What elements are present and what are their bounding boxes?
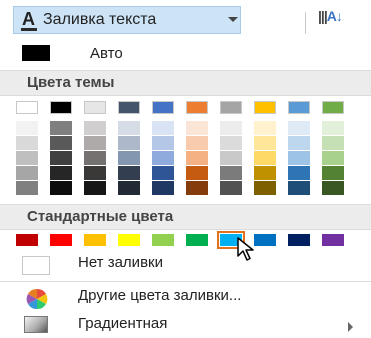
theme-color-swatch[interactable] xyxy=(118,101,140,114)
theme-shade-swatch[interactable] xyxy=(50,181,72,195)
theme-shade-swatch[interactable] xyxy=(186,121,208,135)
standard-color-swatch[interactable] xyxy=(186,234,208,246)
theme-shade-swatch[interactable] xyxy=(220,181,242,195)
theme-shade-swatch[interactable] xyxy=(322,136,344,150)
theme-shade-swatch[interactable] xyxy=(118,136,140,150)
theme-shade-swatch[interactable] xyxy=(254,166,276,180)
theme-shade-swatch[interactable] xyxy=(50,136,72,150)
auto-color-label: Авто xyxy=(90,45,123,62)
no-fill-swatch xyxy=(22,256,50,275)
theme-shade-swatch[interactable] xyxy=(152,121,174,135)
theme-shade-swatch[interactable] xyxy=(50,166,72,180)
theme-shade-swatch[interactable] xyxy=(322,121,344,135)
theme-color-swatch[interactable] xyxy=(220,101,242,114)
theme-color-swatch[interactable] xyxy=(152,101,174,114)
theme-shade-swatch[interactable] xyxy=(254,181,276,195)
theme-shade-swatch[interactable] xyxy=(50,121,72,135)
no-fill-label: Нет заливки xyxy=(78,254,163,271)
menu-divider xyxy=(0,281,371,282)
standard-color-swatch[interactable] xyxy=(322,234,344,246)
standard-color-swatch[interactable] xyxy=(288,234,310,246)
theme-shade-swatch[interactable] xyxy=(322,166,344,180)
auto-color-swatch xyxy=(22,45,50,61)
standard-color-swatch[interactable] xyxy=(16,234,38,246)
theme-shade-swatch[interactable] xyxy=(50,151,72,165)
standard-color-swatch[interactable] xyxy=(118,234,140,246)
standard-color-swatch[interactable] xyxy=(152,234,174,246)
auto-color-item[interactable]: Авто xyxy=(0,40,371,68)
theme-colors-header: Цвета темы xyxy=(0,70,371,96)
standard-color-swatch[interactable] xyxy=(50,234,72,246)
gradient-icon xyxy=(24,316,48,333)
gradient-label: Градиентная xyxy=(78,315,168,332)
theme-shade-swatch[interactable] xyxy=(288,151,310,165)
theme-shade-swatch[interactable] xyxy=(152,166,174,180)
sort-icon[interactable]: |||A↓ xyxy=(318,8,343,24)
standard-colors-header: Стандартные цвета xyxy=(0,204,371,230)
theme-shade-swatch[interactable] xyxy=(152,181,174,195)
theme-shade-swatch[interactable] xyxy=(84,136,106,150)
theme-shade-swatch[interactable] xyxy=(84,151,106,165)
font-color-underline xyxy=(21,28,37,31)
toolbar: A Заливка текста |||A↓ xyxy=(0,0,371,34)
theme-color-swatch[interactable] xyxy=(254,101,276,114)
theme-shade-swatch[interactable] xyxy=(118,181,140,195)
theme-shade-swatch[interactable] xyxy=(186,151,208,165)
theme-shade-swatch[interactable] xyxy=(84,166,106,180)
theme-shade-swatch[interactable] xyxy=(186,181,208,195)
more-fill-colors-label: Другие цвета заливки... xyxy=(78,287,242,304)
theme-shade-swatch[interactable] xyxy=(288,136,310,150)
theme-shade-swatch[interactable] xyxy=(118,151,140,165)
mouse-cursor-icon xyxy=(237,237,254,261)
theme-shade-swatch[interactable] xyxy=(288,181,310,195)
theme-shade-swatch[interactable] xyxy=(118,166,140,180)
theme-shade-swatch[interactable] xyxy=(220,151,242,165)
theme-color-swatch[interactable] xyxy=(84,101,106,114)
theme-shade-swatch[interactable] xyxy=(220,166,242,180)
theme-shade-swatch[interactable] xyxy=(220,136,242,150)
theme-color-swatch[interactable] xyxy=(288,101,310,114)
theme-shade-swatch[interactable] xyxy=(84,121,106,135)
color-palette-icon xyxy=(26,288,48,310)
fill-color-dropdown: Авто Цвета темы Стандартные цвета Нет за… xyxy=(0,34,371,333)
theme-shade-swatch[interactable] xyxy=(322,181,344,195)
toolbar-separator xyxy=(305,12,306,34)
theme-shade-swatch[interactable] xyxy=(254,136,276,150)
theme-shade-swatch[interactable] xyxy=(220,121,242,135)
theme-color-swatch[interactable] xyxy=(50,101,72,114)
text-fill-label: Заливка текста xyxy=(43,11,157,28)
theme-shade-swatch[interactable] xyxy=(288,121,310,135)
theme-shade-swatch[interactable] xyxy=(152,136,174,150)
theme-color-swatch[interactable] xyxy=(322,101,344,114)
theme-shade-swatch[interactable] xyxy=(254,121,276,135)
no-fill-item[interactable]: Нет заливки xyxy=(0,250,371,278)
font-color-a-icon: A xyxy=(22,9,35,29)
theme-shade-swatch[interactable] xyxy=(16,181,38,195)
theme-shade-swatch[interactable] xyxy=(152,151,174,165)
theme-shade-swatch[interactable] xyxy=(186,136,208,150)
theme-shade-swatch[interactable] xyxy=(16,136,38,150)
theme-shade-swatch[interactable] xyxy=(288,166,310,180)
theme-shade-swatch[interactable] xyxy=(186,166,208,180)
theme-shade-swatch[interactable] xyxy=(16,151,38,165)
theme-color-swatch[interactable] xyxy=(186,101,208,114)
theme-colors-header-label: Цвета темы xyxy=(27,74,115,91)
theme-color-swatch[interactable] xyxy=(16,101,38,114)
theme-shade-swatch[interactable] xyxy=(84,181,106,195)
theme-shade-swatch[interactable] xyxy=(118,121,140,135)
theme-shade-swatch[interactable] xyxy=(16,121,38,135)
submenu-arrow-icon xyxy=(348,322,353,332)
gradient-item[interactable]: Градиентная xyxy=(0,310,371,338)
theme-shade-swatch[interactable] xyxy=(254,151,276,165)
theme-shade-swatch[interactable] xyxy=(16,166,38,180)
standard-color-swatch[interactable] xyxy=(84,234,106,246)
text-fill-button[interactable]: A Заливка текста xyxy=(13,6,241,34)
more-fill-colors-item[interactable]: Другие цвета заливки... xyxy=(0,283,371,311)
chevron-down-icon[interactable] xyxy=(228,17,238,22)
standard-colors-header-label: Стандартные цвета xyxy=(27,208,174,225)
theme-shade-swatch[interactable] xyxy=(322,151,344,165)
